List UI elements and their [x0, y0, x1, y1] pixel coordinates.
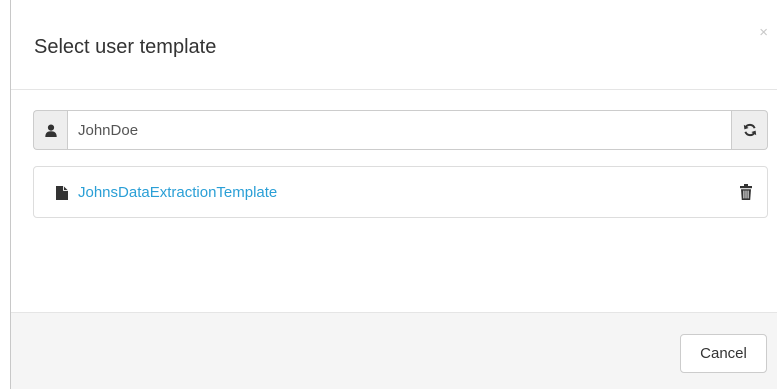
username-input[interactable]: [67, 110, 732, 150]
dialog-header: Select user template ×: [11, 0, 777, 90]
dialog-body: JohnsDataExtractionTemplate: [11, 90, 777, 312]
trash-icon[interactable]: [740, 184, 752, 200]
refresh-icon: [743, 123, 756, 137]
template-list: JohnsDataExtractionTemplate: [33, 166, 768, 218]
user-input-group: [33, 110, 768, 150]
dialog-title: Select user template: [34, 36, 217, 58]
file-icon: [56, 186, 68, 200]
list-item: JohnsDataExtractionTemplate: [34, 167, 767, 217]
refresh-button[interactable]: [732, 110, 768, 150]
dialog-footer: Cancel: [11, 312, 777, 389]
select-template-dialog: Select user template × JohnDoe JohnsData…: [10, 0, 777, 389]
template-link[interactable]: JohnsDataExtractionTemplate: [78, 183, 277, 203]
cancel-button[interactable]: Cancel: [680, 334, 767, 373]
user-icon: [33, 110, 67, 150]
close-icon[interactable]: ×: [759, 25, 768, 41]
